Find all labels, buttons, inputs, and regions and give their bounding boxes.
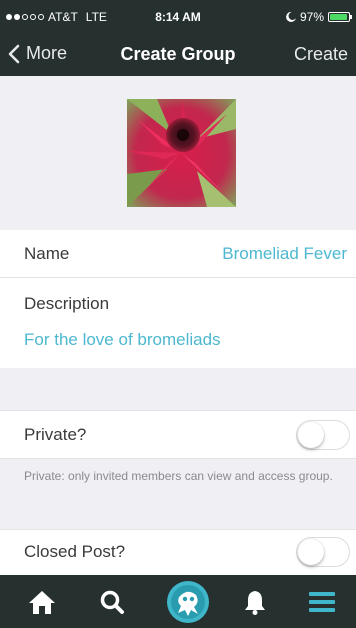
group-info-section: Name Bromeliad Fever Description For the…: [0, 230, 356, 368]
back-label: More: [26, 43, 68, 63]
tab-home[interactable]: [12, 575, 72, 628]
closed-post-toggle[interactable]: [296, 537, 350, 567]
private-note: Private: only invited members can view a…: [24, 469, 333, 483]
tab-notifications[interactable]: [225, 575, 285, 628]
home-icon: [29, 590, 55, 614]
private-label: Private?: [24, 425, 87, 444]
battery-icon: [328, 12, 352, 22]
brand-logo-icon: [167, 580, 209, 623]
name-field[interactable]: Bromeliad Fever: [222, 244, 347, 264]
description-field[interactable]: For the love of bromeliads: [24, 330, 221, 350]
name-row[interactable]: Name Bromeliad Fever: [0, 230, 356, 278]
name-label: Name: [24, 244, 70, 263]
moon-icon: [286, 12, 296, 22]
closed-post-label: Closed Post?: [24, 542, 126, 561]
bell-icon: [245, 590, 265, 615]
tab-bar: [0, 575, 356, 628]
chevron-left-icon: [8, 44, 20, 63]
description-label: Description: [24, 294, 110, 313]
navigation-bar: More Create Group Create: [0, 34, 356, 76]
group-photo[interactable]: [127, 99, 236, 207]
create-button[interactable]: Create: [294, 44, 348, 65]
private-toggle[interactable]: [296, 420, 350, 450]
back-button[interactable]: More: [8, 43, 67, 64]
tab-search[interactable]: [82, 575, 142, 628]
private-row: Private?: [0, 410, 356, 459]
create-group-screen: AT&T LTE 8:14 AM 97% More Create Group C…: [0, 0, 356, 628]
status-right: 97%: [286, 10, 352, 24]
search-icon: [100, 590, 124, 614]
tab-menu[interactable]: [292, 575, 352, 628]
battery-percent: 97%: [299, 10, 324, 24]
status-bar: AT&T LTE 8:14 AM 97%: [0, 0, 356, 34]
tab-brand[interactable]: [158, 575, 218, 628]
menu-icon: [309, 591, 335, 612]
